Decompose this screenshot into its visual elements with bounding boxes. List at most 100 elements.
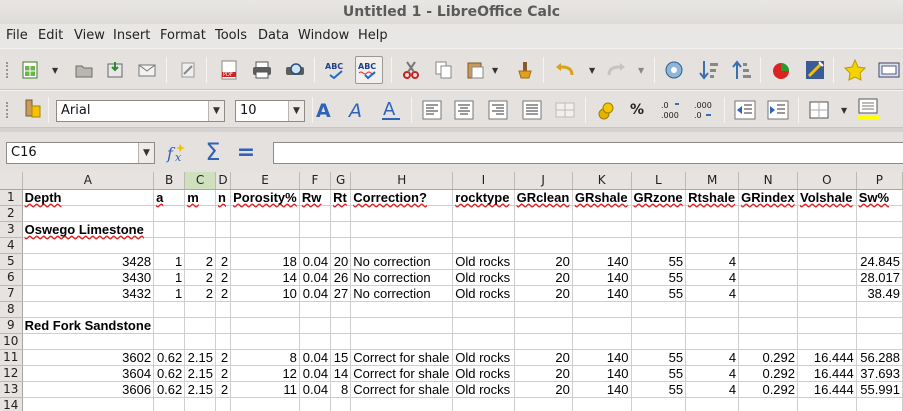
cell-j3[interactable] — [514, 221, 573, 238]
row-header[interactable]: 8 — [0, 301, 23, 318]
cell-p8[interactable] — [856, 301, 903, 318]
chevron-down-icon[interactable]: ▼ — [52, 66, 58, 75]
remove-decimal-icon[interactable]: .000.0 — [692, 98, 716, 122]
cell-i4[interactable] — [452, 237, 515, 254]
row-header[interactable]: 2 — [0, 205, 23, 222]
cell-b7[interactable]: 1 — [153, 285, 186, 302]
cell-b12[interactable]: 0.62 — [153, 365, 186, 382]
cell-k6[interactable]: 140 — [572, 269, 632, 286]
cell-n12[interactable]: 0.292 — [738, 365, 799, 382]
cell-n10[interactable] — [738, 333, 799, 350]
cell-j5[interactable]: 20 — [514, 253, 573, 270]
cell-b4[interactable] — [153, 237, 186, 254]
cell-p13[interactable]: 55.991 — [856, 381, 903, 398]
cell-c2[interactable] — [184, 205, 216, 222]
cell-n7[interactable] — [738, 285, 799, 302]
cell-a5[interactable]: 3428 — [22, 253, 155, 270]
cell-k3[interactable] — [572, 221, 632, 238]
cell-o3[interactable] — [797, 221, 857, 238]
cell-p1[interactable]: Sw% — [856, 189, 903, 206]
cell-l7[interactable]: 55 — [631, 285, 687, 302]
sort-ascending-icon[interactable] — [697, 58, 721, 82]
row-header[interactable]: 3 — [0, 221, 23, 238]
column-header-c[interactable]: C — [184, 172, 216, 190]
cell-i3[interactable] — [452, 221, 515, 238]
cell-e7[interactable]: 10 — [230, 285, 300, 302]
row-header[interactable]: 11 — [0, 349, 23, 366]
cell-p3[interactable] — [856, 221, 903, 238]
name-box[interactable]: C16 ▼ — [6, 142, 155, 164]
cell-l11[interactable]: 55 — [631, 349, 687, 366]
cell-g7[interactable]: 27 — [330, 285, 352, 302]
column-header-i[interactable]: I — [452, 172, 515, 190]
draw-functions-icon[interactable] — [803, 58, 827, 82]
cell-m3[interactable] — [685, 221, 740, 238]
gallery-icon[interactable] — [843, 58, 867, 82]
cell-p9[interactable] — [856, 317, 903, 334]
cell-a10[interactable] — [22, 333, 155, 350]
cell-j4[interactable] — [514, 237, 573, 254]
cell-f6[interactable]: 0.04 — [299, 269, 332, 286]
cell-o5[interactable] — [797, 253, 857, 270]
cell-m12[interactable]: 4 — [685, 365, 740, 382]
cell-c10[interactable] — [184, 333, 216, 350]
cell-g8[interactable] — [330, 301, 352, 318]
autospellcheck-icon[interactable]: ABC — [355, 56, 383, 84]
cell-n13[interactable]: 0.292 — [738, 381, 799, 398]
cell-e4[interactable] — [230, 237, 300, 254]
row-header[interactable]: 7 — [0, 285, 23, 302]
cell-a14[interactable] — [22, 397, 155, 411]
cell-j8[interactable] — [514, 301, 573, 318]
styles-icon[interactable] — [20, 97, 44, 121]
cell-h12[interactable]: Correct for shale — [350, 365, 454, 382]
borders-icon[interactable] — [807, 98, 831, 122]
cell-a2[interactable] — [22, 205, 155, 222]
cell-o2[interactable] — [797, 205, 857, 222]
cell-d2[interactable] — [215, 205, 232, 222]
cell-k8[interactable] — [572, 301, 632, 318]
cell-b8[interactable] — [153, 301, 186, 318]
cell-j11[interactable]: 20 — [514, 349, 573, 366]
cell-g6[interactable]: 26 — [330, 269, 352, 286]
cell-d7[interactable]: 2 — [215, 285, 232, 302]
cell-j7[interactable]: 20 — [514, 285, 573, 302]
cell-m5[interactable]: 4 — [685, 253, 740, 270]
cell-o14[interactable] — [797, 397, 857, 411]
cell-n14[interactable] — [738, 397, 799, 411]
spreadsheet-grid[interactable]: A B C D E F G H I J K L M N O P 1 Depth a m n Porosity% Rw Rt Co… — [0, 172, 903, 411]
cell-g2[interactable] — [330, 205, 352, 222]
cell-i5[interactable]: Old rocks — [452, 253, 515, 270]
column-header-o[interactable]: O — [797, 172, 857, 190]
edit-file-icon[interactable] — [176, 58, 200, 82]
cell-b14[interactable] — [153, 397, 186, 411]
redo-icon[interactable] — [604, 58, 628, 82]
column-header-g[interactable]: G — [330, 172, 352, 190]
print-preview-icon[interactable] — [283, 58, 307, 82]
cell-m6[interactable]: 4 — [685, 269, 740, 286]
cell-a6[interactable]: 3430 — [22, 269, 155, 286]
paste-icon[interactable] — [463, 58, 487, 82]
cell-m1[interactable]: Rtshale — [685, 189, 740, 206]
cell-o11[interactable]: 16.444 — [797, 349, 857, 366]
menu-help[interactable]: Help — [358, 28, 388, 43]
font-size-box[interactable]: 10 ▼ — [235, 100, 305, 122]
cell-c13[interactable]: 2.15 — [184, 381, 216, 398]
cell-f12[interactable]: 0.04 — [299, 365, 332, 382]
cell-h4[interactable] — [350, 237, 454, 254]
cell-i2[interactable] — [452, 205, 515, 222]
row-header[interactable]: 1 — [0, 189, 23, 206]
cell-e9[interactable] — [230, 317, 300, 334]
cell-d1[interactable]: n — [215, 189, 232, 206]
cell-e8[interactable] — [230, 301, 300, 318]
cell-e11[interactable]: 8 — [230, 349, 300, 366]
column-header-p[interactable]: P — [856, 172, 903, 190]
datasource-icon[interactable] — [877, 58, 901, 82]
cell-n3[interactable] — [738, 221, 799, 238]
cell-j12[interactable]: 20 — [514, 365, 573, 382]
cell-h10[interactable] — [350, 333, 454, 350]
cell-h3[interactable] — [350, 221, 454, 238]
cell-f3[interactable] — [299, 221, 332, 238]
undo-icon[interactable] — [553, 58, 577, 82]
cell-a13[interactable]: 3606 — [22, 381, 155, 398]
cell-j1[interactable]: GRclean — [514, 189, 573, 206]
